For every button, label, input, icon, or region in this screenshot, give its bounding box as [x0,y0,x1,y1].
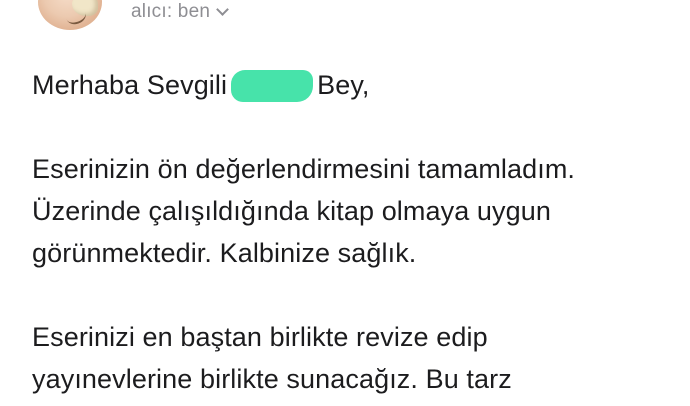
paragraph-1-line-1: Eserinizin ön değerlendirmesini tamamlad… [32,154,576,184]
redacted-name [231,70,314,102]
paragraph-1: Eserinizin ön değerlendirmesini tamamlad… [32,148,682,274]
greeting-line: Merhaba Sevgili Bey, [32,64,682,106]
paragraph-1-line-2: Üzerinde çalışıldığında kitap olmaya uyg… [32,196,551,226]
recipient-toggle[interactable]: alıcı: ben [131,1,229,23]
paragraph-2-line-2: yayınevlerine birlikte sunacağız. Bu tar… [32,364,512,394]
greeting-end: Bey, [317,70,370,100]
message-body: Merhaba Sevgili Bey, Eserinizin ön değer… [32,64,682,400]
mail-header: alıcı: ben [0,0,690,34]
paragraph-1-line-3: görünmektedir. Kalbinize sağlık. [32,238,417,268]
paragraph-2: Eserinizi en baştan birlikte revize edip… [32,316,682,400]
sender-avatar[interactable] [38,0,102,30]
recipient-label: alıcı: ben [131,1,211,22]
greeting-start: Merhaba Sevgili [32,70,228,100]
chevron-down-icon [216,2,229,16]
paragraph-2-line-1: Eserinizi en baştan birlikte revize edip [32,322,488,352]
